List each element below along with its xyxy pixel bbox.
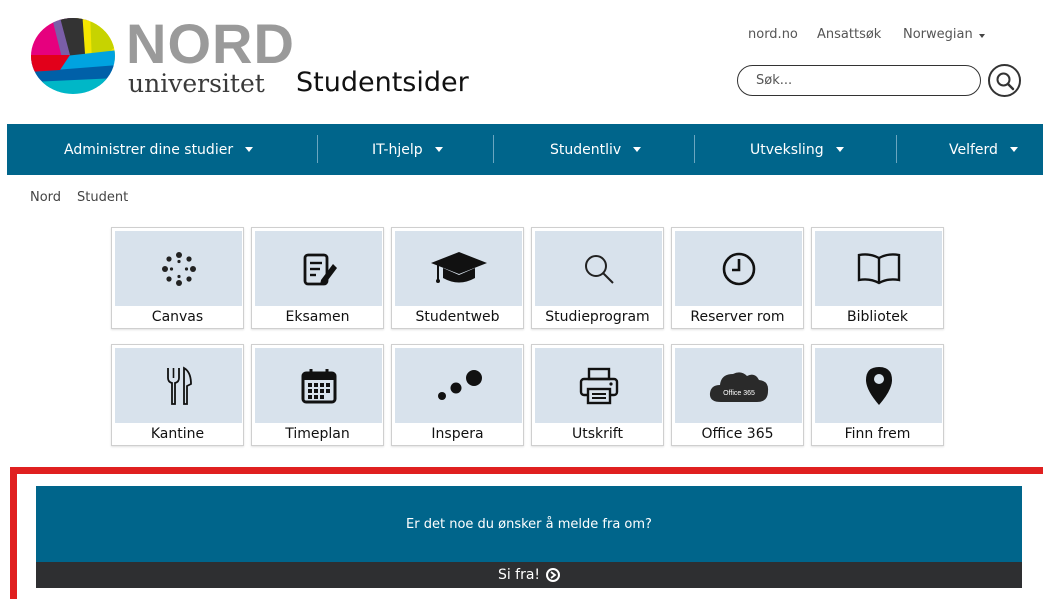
search-icon [584,254,614,284]
map-pin-icon [865,366,892,405]
tile-label: Timeplan [285,426,350,442]
tile-studentweb[interactable]: Studentweb [391,227,524,329]
search-button[interactable] [988,64,1021,97]
exam-icon [303,253,337,285]
tile-label: Bibliotek [847,309,908,325]
tile-image [115,348,242,423]
calendar-icon [301,368,336,403]
si-fra-label: Si fra! [497,567,541,583]
nav-divider [896,135,897,163]
nav-label: IT-hjelp [372,141,423,158]
canvas-icon [161,251,196,286]
highlight-border-left [10,467,17,599]
tile-image [395,231,522,306]
tile-kantine[interactable]: Kantine [111,344,244,446]
printer-icon [579,367,618,404]
clock-icon [722,252,755,285]
link-nord-no[interactable]: nord.no [748,27,817,42]
tile-label: Reserver rom [690,309,785,325]
tile-label: Studentweb [415,309,500,325]
tile-eksamen[interactable]: Eksamen [251,227,384,329]
tile-office-365[interactable]: Office 365 Office 365 [671,344,804,446]
nav-label: Administrer dine studier [64,141,234,158]
tile-image [115,231,242,306]
tile-label: Inspera [431,426,484,442]
si-fra-button[interactable]: Si fra! [36,562,1022,588]
nav-velferd[interactable]: Velferd [949,124,1018,175]
top-links: nord.no Ansattsøk Norwegian [748,27,985,42]
report-banner: Er det noe du ønsker å melde fra om? [36,486,1022,562]
nord-logo-mark-icon [31,18,115,94]
search-box [737,65,981,96]
tile-image [395,348,522,423]
tile-reserver-rom[interactable]: Reserver rom [671,227,804,329]
tile-utskrift[interactable]: Utskrift [531,344,664,446]
tile-image: Office 365 [675,348,802,423]
tile-finn-frem[interactable]: Finn frem [811,344,944,446]
chevron-down-icon [434,147,443,152]
tile-timeplan[interactable]: Timeplan [251,344,384,446]
chevron-down-icon [245,147,254,152]
tile-label: Kantine [150,426,205,442]
nav-studentliv[interactable]: Studentliv [550,124,642,175]
link-ansattsok[interactable]: Ansattsøk [817,27,903,42]
chevron-down-icon [835,147,844,152]
tile-label: Eksamen [285,309,350,325]
nav-label: Utveksling [750,141,824,158]
tile-label: Office 365 [701,426,774,442]
dots-icon [437,369,482,400]
tile-canvas[interactable]: Canvas [111,227,244,329]
tile-label: Finn frem [844,426,911,442]
report-question: Er det noe du ønsker å melde fra om? [406,516,652,532]
breadcrumb-item-student[interactable]: Student [77,190,128,205]
nav-administrer-dine-studier[interactable]: Administrer dine studier [64,124,254,175]
svg-text:Office 365: Office 365 [723,390,755,397]
tile-bibliotek[interactable]: Bibliotek [811,227,944,329]
chevron-right-circle-icon [546,568,561,582]
language-label: Norwegian [903,27,973,42]
search-icon [996,72,1014,90]
logo-nord-text: NORD [126,12,295,75]
tile-image [535,231,662,306]
nav-label: Studentliv [550,141,622,158]
nord-logo[interactable]: NORD universitet [30,10,294,98]
tile-image [535,348,662,423]
tile-image [255,231,382,306]
nav-label: Velferd [949,141,998,158]
graduation-cap-icon [430,251,487,283]
site-title: Studentsider [296,67,469,98]
language-selector[interactable]: Norwegian [903,27,985,42]
breadcrumb-item-nord[interactable]: Nord [30,190,61,205]
tile-label: Canvas [151,309,204,325]
chevron-down-icon [633,147,642,152]
highlight-border-top [10,467,1043,474]
office365-cloud-icon: Office 365 [709,371,768,402]
breadcrumb: Nord Student [30,190,128,205]
search-input[interactable] [738,66,980,95]
book-icon [857,252,900,284]
nav-divider [694,135,695,163]
nav-it-hjelp[interactable]: IT-hjelp [372,124,443,175]
tile-label: Utskrift [572,426,623,442]
nav-divider [317,135,318,163]
chevron-down-icon [1009,147,1018,152]
tile-image [815,348,942,423]
tile-studieprogram[interactable]: Studieprogram [531,227,664,329]
nav-utveksling[interactable]: Utveksling [750,124,844,175]
tile-inspera[interactable]: Inspera [391,344,524,446]
nav-divider [493,135,494,163]
tile-image [675,231,802,306]
chevron-down-icon [978,34,985,38]
tile-image [815,231,942,306]
logo-universitet-text: universitet [128,69,265,98]
fork-knife-icon [166,365,192,405]
main-nav: Administrer dine studier IT-hjelp Studen… [7,124,1043,175]
tile-image [255,348,382,423]
tile-label: Studieprogram [545,309,650,325]
